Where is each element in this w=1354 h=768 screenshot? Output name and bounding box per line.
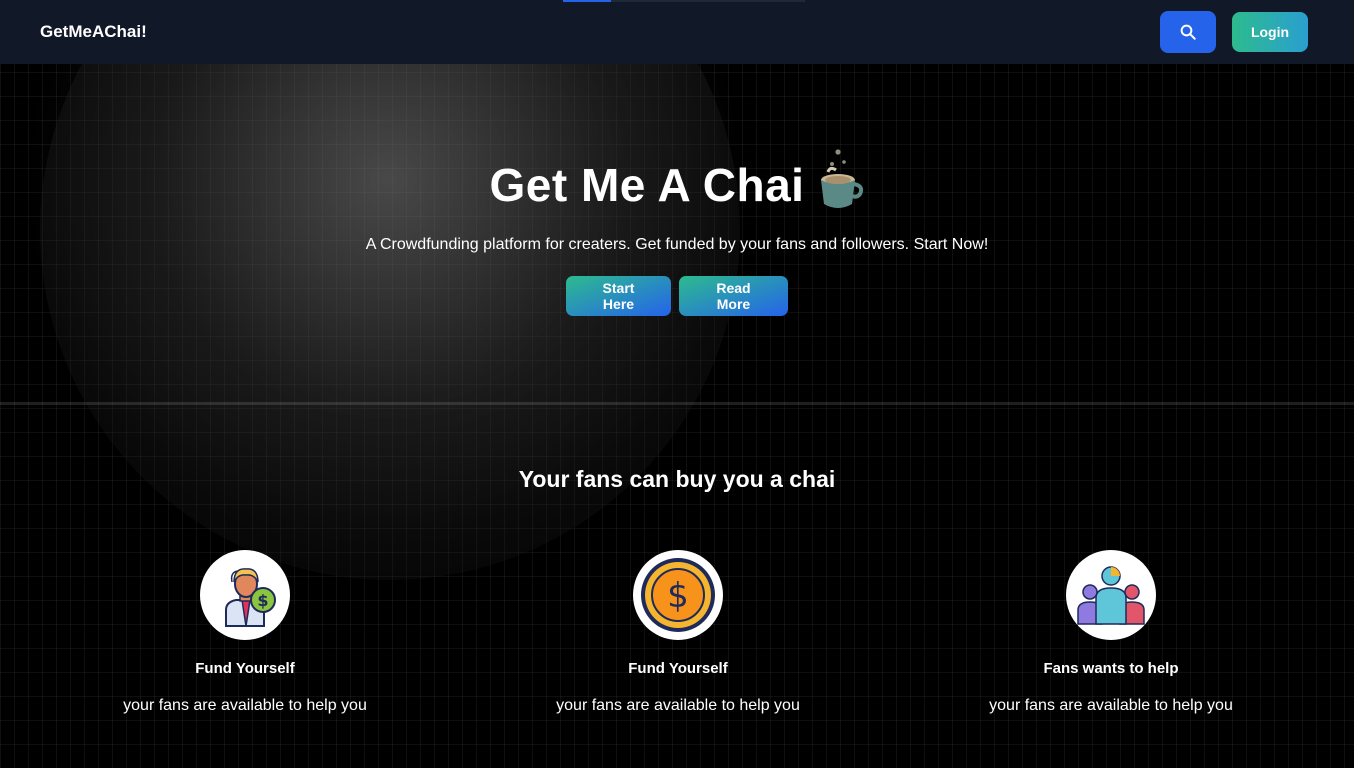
feature-item: $ Fund Yourself your fans are available … (95, 550, 395, 715)
dollar-coin-icon: $ (641, 558, 715, 632)
start-here-button[interactable]: Start Here (566, 276, 671, 316)
feature-title: Fund Yourself (628, 660, 728, 677)
hero-title: Get Me A Chai (489, 159, 805, 211)
feature-item: $ Fund Yourself your fans are available … (528, 550, 828, 715)
hero-subtitle: A Crowdfunding platform for creaters. Ge… (365, 236, 989, 253)
feature-title: Fund Yourself (195, 660, 295, 677)
search-button[interactable] (1160, 11, 1216, 53)
hero-title-row: Get Me A Chai (0, 140, 1354, 230)
features-section-title: Your fans can buy you a chai (518, 466, 836, 492)
svg-text:$: $ (667, 576, 689, 616)
hero-buttons: Start Here Read More (0, 276, 1354, 316)
feature-text: your fans are available to help you (556, 697, 800, 714)
nav-actions: Login (1160, 11, 1308, 53)
read-more-button[interactable]: Read More (679, 276, 788, 316)
feature-title: Fans wants to help (1043, 660, 1179, 677)
login-button[interactable]: Login (1232, 12, 1308, 52)
chai-cup-icon (821, 149, 864, 208)
section-divider (0, 402, 1354, 405)
businessman-dollar-icon: $ (225, 568, 276, 627)
feature-icon-circle: $ (633, 550, 723, 640)
hero-section: Get Me A Chai A Crowdfunding platform fo… (0, 140, 1354, 316)
people-group-icon (1077, 566, 1145, 625)
search-icon (1180, 24, 1196, 40)
feature-text: your fans are available to help you (123, 697, 367, 714)
navbar: GetMeAChai! Login (0, 0, 1354, 64)
svg-text:$: $ (257, 591, 268, 610)
page: GetMeAChai! Login Get Me A Chai A Crowdf… (0, 0, 1354, 768)
top-progress-active (563, 0, 611, 2)
brand-logo[interactable]: GetMeAChai! (40, 22, 147, 42)
feature-icon-circle: $ (200, 550, 290, 640)
top-progress-indicator (563, 0, 805, 2)
feature-icon-circle (1066, 550, 1156, 640)
feature-item: Fans wants to help your fans are availab… (961, 550, 1261, 715)
feature-text: your fans are available to help you (989, 697, 1233, 714)
